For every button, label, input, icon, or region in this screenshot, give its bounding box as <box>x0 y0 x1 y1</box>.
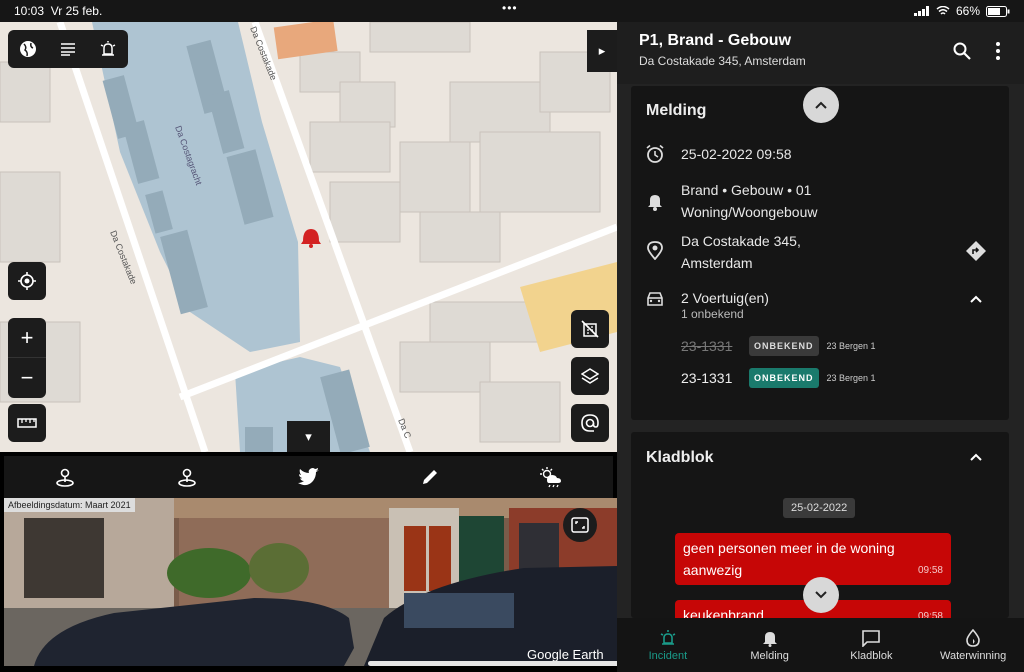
melding-card: Melding 25-02-2022 09:58 Brand • Gebouw … <box>631 86 1009 420</box>
image-date-label: Afbeeldingsdatum: Maart 2021 <box>4 498 135 512</box>
multitask-dots[interactable]: ••• <box>502 1 518 15</box>
nav-label: Waterwinning <box>940 649 1007 662</box>
chat-icon <box>862 629 881 647</box>
incident-title: P1, Brand - Gebouw <box>639 32 792 49</box>
melding-address-line2: Amsterdam <box>681 255 753 271</box>
vehicle-row-1[interactable]: 23-1331 ONBEKEND 23 Bergen 1 <box>681 334 1001 358</box>
melding-title: Melding <box>646 102 707 119</box>
vehicle-location: 23 Bergen 1 <box>826 373 876 383</box>
vehicles-title: 2 Voertuig(en) <box>681 290 769 306</box>
zoom-controls: + − <box>8 318 46 398</box>
directions-icon[interactable] <box>965 240 987 262</box>
media-tab-bar <box>4 456 613 498</box>
nav-waterwinning[interactable]: Waterwinning <box>922 618 1024 672</box>
vehicle-row-2[interactable]: 23-1331 ONBEKEND 23 Bergen 1 <box>681 366 1001 390</box>
clock-icon <box>646 144 664 163</box>
street-view-image[interactable]: Afbeeldingsdatum: Maart 2021 Google Eart… <box>4 498 617 666</box>
battery-icon <box>986 5 1010 17</box>
panel-toggle-button[interactable]: ▸ <box>587 30 617 72</box>
at-button[interactable] <box>571 404 609 442</box>
message-text: geen personen meer in de woning aanwezig <box>683 540 895 578</box>
nav-label: Kladblok <box>850 649 893 662</box>
chevron-up-icon[interactable] <box>969 452 983 462</box>
search-icon[interactable] <box>952 41 972 61</box>
water-drop-icon <box>966 628 980 647</box>
bottom-navigation: Incident Melding Kladblok Waterwinning <box>617 618 1024 672</box>
street-photo-graphic <box>4 498 617 666</box>
map-canvas[interactable]: Da Costakade Da Costakade Da Costagracht… <box>0 22 617 452</box>
wifi-icon <box>936 6 950 15</box>
locate-icon <box>18 272 36 290</box>
map-view[interactable]: Da Costakade Da Costakade Da Costagracht… <box>0 22 617 452</box>
collapse-map-button[interactable]: ▾ <box>287 421 330 452</box>
status-time: 10:03 <box>14 4 45 18</box>
incident-panel: P1, Brand - Gebouw Da Costakade 345, Ams… <box>617 22 1024 618</box>
scroll-down-button[interactable] <box>803 577 839 613</box>
map-toolbar <box>8 30 128 68</box>
melding-datetime: 25-02-2022 09:58 <box>681 146 792 162</box>
more-icon[interactable] <box>995 42 1001 60</box>
melding-type-line1: Brand • Gebouw • 01 <box>681 182 812 198</box>
signal-icon <box>913 6 929 16</box>
vehicle-status-badge: ONBEKEND <box>749 336 819 356</box>
zoom-out-button[interactable]: − <box>8 358 46 398</box>
nav-melding[interactable]: Melding <box>719 618 821 672</box>
person-pin-alt-icon[interactable] <box>176 466 198 488</box>
nav-kladblok[interactable]: Kladblok <box>821 618 923 672</box>
kladblok-title: Kladblok <box>646 449 714 466</box>
ruler-icon <box>17 418 37 428</box>
nav-label: Melding <box>750 649 789 662</box>
status-date: Vr 25 feb. <box>50 4 103 18</box>
status-time-date: 10:03 Vr 25 feb. <box>14 4 102 18</box>
date-chip: 25-02-2022 <box>783 498 856 518</box>
buildings-toggle-button[interactable] <box>571 310 609 348</box>
measure-button[interactable] <box>8 404 46 442</box>
vehicle-id: 23-1331 <box>681 370 733 386</box>
expand-icon <box>571 517 589 533</box>
battery-percent: 66% <box>955 4 980 18</box>
fullscreen-button[interactable] <box>563 508 597 542</box>
list-icon[interactable] <box>60 42 76 56</box>
bell-icon <box>762 631 777 647</box>
incident-subtitle: Da Costakade 345, Amsterdam <box>639 54 806 68</box>
locate-button[interactable] <box>8 262 46 300</box>
bell-icon <box>648 195 662 211</box>
pin-icon <box>647 241 663 260</box>
layers-icon <box>581 368 599 384</box>
melding-address-line1: Da Costakade 345, <box>681 233 801 249</box>
chevron-up-icon[interactable] <box>969 294 983 304</box>
image-credit: Google Earth <box>527 647 604 662</box>
nav-incident[interactable]: Incident <box>617 618 719 672</box>
chevron-up-icon <box>815 101 827 109</box>
vehicle-status-badge: ONBEKEND <box>749 368 819 388</box>
layers-button[interactable] <box>571 357 609 395</box>
status-bar: 10:03 Vr 25 feb. ••• 66% <box>0 0 1024 22</box>
person-pin-icon[interactable] <box>54 466 76 488</box>
vehicles-subtitle: 1 onbekend <box>681 307 744 321</box>
message-time: 09:58 <box>917 611 943 618</box>
melding-type-line2: Woning/Woongebouw <box>681 204 818 220</box>
pencil-icon[interactable] <box>421 468 439 486</box>
message-time: 09:58 <box>917 565 943 576</box>
zoom-in-button[interactable]: + <box>8 318 46 358</box>
home-indicator <box>368 661 655 666</box>
building-off-icon <box>581 320 599 338</box>
status-right: 66% <box>913 4 1010 18</box>
alarm-bell-icon[interactable] <box>99 40 117 58</box>
vehicle-location: 23 Bergen 1 <box>826 341 876 351</box>
twitter-icon[interactable] <box>298 468 320 486</box>
incident-header: P1, Brand - Gebouw Da Costakade 345, Ams… <box>617 22 1024 84</box>
vehicle-id: 23-1331 <box>681 338 733 354</box>
kladblok-message[interactable]: geen personen meer in de woning aanwezig… <box>675 533 951 585</box>
at-icon <box>581 414 599 432</box>
chevron-down-icon <box>815 591 827 599</box>
scroll-up-button[interactable] <box>803 87 839 123</box>
car-icon <box>647 292 663 306</box>
alarm-bell-icon <box>660 629 676 645</box>
globe-icon[interactable] <box>19 40 37 58</box>
message-text: keukenbrand <box>683 607 764 618</box>
weather-icon[interactable] <box>539 466 563 488</box>
nav-label: Incident <box>648 649 688 662</box>
